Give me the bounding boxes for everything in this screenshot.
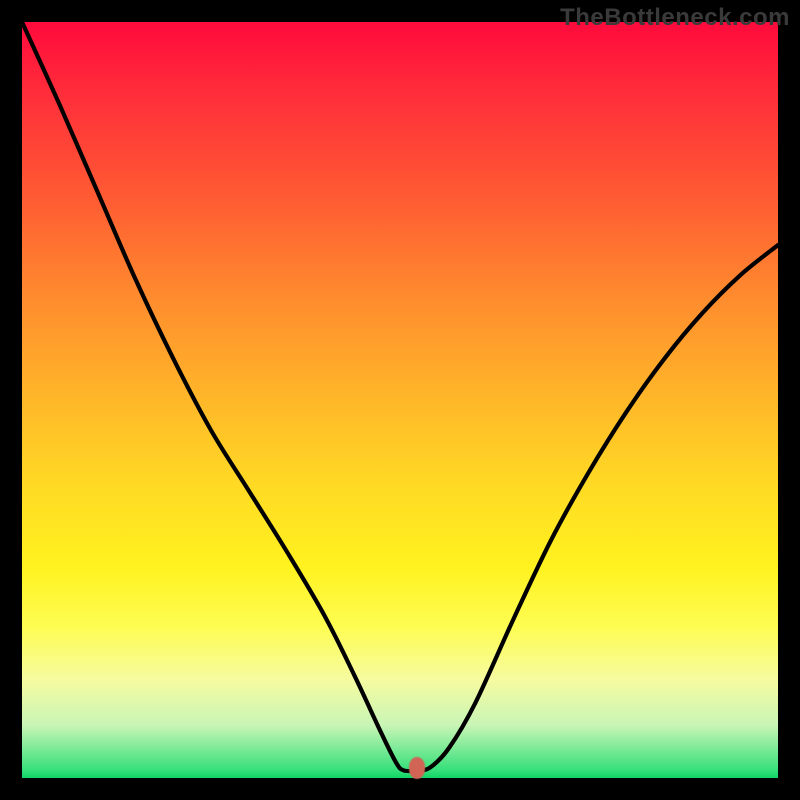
watermark-text: TheBottleneck.com: [560, 4, 790, 32]
chart-frame: TheBottleneck.com: [0, 0, 800, 800]
optimal-point-dot: [409, 757, 425, 779]
plot-area: [22, 22, 778, 778]
curve-svg: [22, 22, 778, 778]
bottleneck-curve-path: [22, 22, 778, 771]
